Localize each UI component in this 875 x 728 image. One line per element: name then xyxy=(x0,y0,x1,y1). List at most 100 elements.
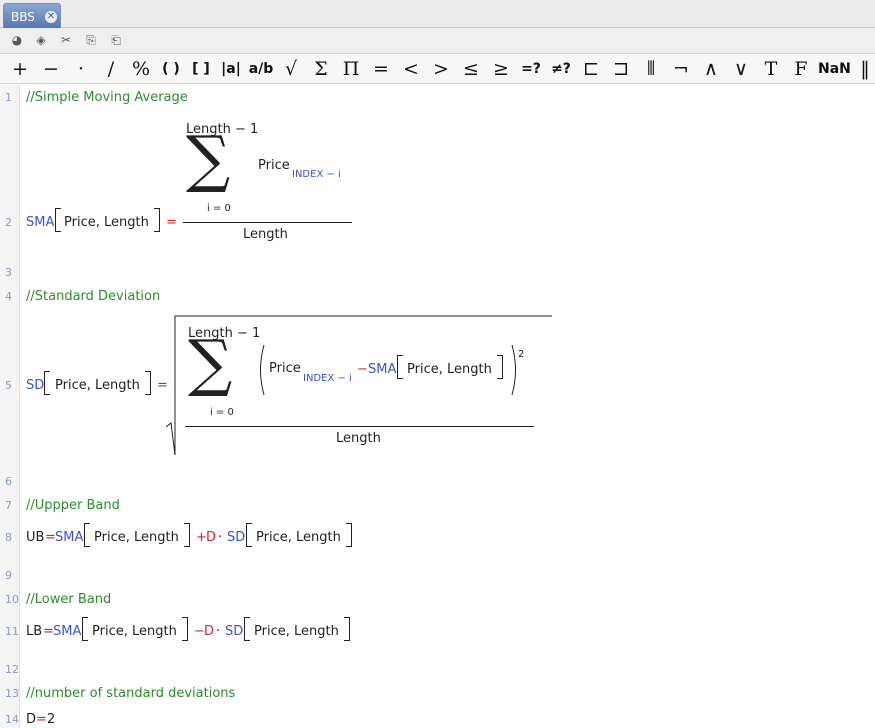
symbol-button-0[interactable]: + xyxy=(7,57,33,81)
symbol-button-28[interactable]: ‖ xyxy=(852,57,875,81)
symbol-button-20[interactable]: ⊐ xyxy=(608,57,634,81)
copy-icon[interactable]: ⎘ xyxy=(83,32,99,48)
denominator: Length xyxy=(243,227,288,242)
line-number: 14 xyxy=(5,713,19,726)
symbol-button-7[interactable]: |a| xyxy=(218,57,244,81)
symbol-button-12[interactable]: = xyxy=(368,57,394,81)
right-bracket xyxy=(346,523,352,547)
lb-name: LB xyxy=(26,624,43,639)
symbol-toolbar: + − · /%( )[ ] |a| a/b √ Σ Π = < > ≤ ≥ =? ≠? ⊏ ⊐ ⦀ ¬ ∧ ∨ T F NaN… xyxy=(0,54,875,84)
sum-lower: i = 0 xyxy=(207,203,231,214)
sd-args: Price, Length xyxy=(55,378,140,393)
price-subscript: INDEX − i xyxy=(292,169,341,180)
dot: · xyxy=(218,530,223,545)
right-bracket xyxy=(184,523,190,547)
symbol-button-16[interactable]: ≥ xyxy=(488,57,514,81)
symbol-button-14[interactable]: > xyxy=(428,57,454,81)
left-bracket xyxy=(397,355,403,379)
symbol-button-6[interactable]: [ ] xyxy=(188,57,214,81)
sd-args: Price, Length xyxy=(256,530,341,545)
sma-name: SMA xyxy=(53,624,82,639)
d-var: D xyxy=(206,530,217,545)
symbol-button-5[interactable]: ( ) xyxy=(158,57,184,81)
d-var: D xyxy=(204,624,215,639)
paste-icon[interactable]: ⎗ xyxy=(108,32,124,48)
symbol-button-11[interactable]: Π xyxy=(338,57,364,81)
line-number: 6 xyxy=(5,475,12,488)
price: Price xyxy=(269,361,301,376)
line-number: 12 xyxy=(5,663,19,676)
symbol-button-10[interactable]: Σ xyxy=(308,57,334,81)
equals: = xyxy=(36,712,47,727)
symbol-button-22[interactable]: ¬ xyxy=(668,57,694,81)
symbol-button-21[interactable]: ⦀ xyxy=(638,57,664,81)
sma-args: Price, Length xyxy=(64,215,149,230)
sma-args: Price, Length xyxy=(92,624,177,639)
sd-args: Price, Length xyxy=(254,624,339,639)
d-value: 2 xyxy=(47,712,56,727)
sma-name: SMA xyxy=(55,530,84,545)
right-bracket xyxy=(145,371,151,395)
symbol-button-19[interactable]: ⊏ xyxy=(578,57,604,81)
sma-name: SMA xyxy=(368,362,397,377)
sma-name: SMA xyxy=(26,215,55,230)
symbol-button-15[interactable]: ≤ xyxy=(458,57,484,81)
open-icon[interactable]: ◕ xyxy=(9,32,25,48)
symbol-button-18[interactable]: ≠? xyxy=(548,57,574,81)
symbol-button-4[interactable]: % xyxy=(128,57,154,81)
right-bracket xyxy=(182,617,188,641)
symbol-button-3[interactable]: / xyxy=(98,57,124,81)
line-number: 9 xyxy=(5,569,12,582)
comment-lb: //Lower Band xyxy=(26,592,112,607)
denominator: Length xyxy=(336,431,381,446)
symbol-button-26[interactable]: F xyxy=(788,57,814,81)
dot: · xyxy=(216,624,221,639)
symbol-button-13[interactable]: < xyxy=(398,57,424,81)
left-bracket xyxy=(44,371,50,395)
comment-sd: //Standard Deviation xyxy=(26,289,161,304)
d-assign-var: D xyxy=(26,712,37,727)
line-number: 2 xyxy=(5,216,12,229)
symbol-button-2[interactable]: · xyxy=(68,57,94,81)
left-bracket xyxy=(246,523,252,547)
line-number: 7 xyxy=(5,499,12,512)
symbol-button-25[interactable]: T xyxy=(758,57,784,81)
sd-name: SD xyxy=(26,378,45,393)
comment-ub: //Uppper Band xyxy=(26,498,120,513)
left-bracket xyxy=(84,523,90,547)
symbol-button-17[interactable]: =? xyxy=(518,57,544,81)
formula-editor[interactable]: 1 2 3 4 5 6 7 8 9 10 11 12 13 14 //Simple Moving Aver… xyxy=(0,85,875,728)
tab-title: BBS xyxy=(11,10,35,24)
symbol-button-8[interactable]: a/b xyxy=(248,57,274,81)
sma-args: Price, Length xyxy=(94,530,179,545)
left-bracket xyxy=(82,617,88,641)
symbol-button-1[interactable]: − xyxy=(38,57,64,81)
right-bracket xyxy=(497,355,503,379)
symbol-button-23[interactable]: ∧ xyxy=(698,57,724,81)
line-number: 3 xyxy=(5,266,12,279)
right-bracket xyxy=(344,617,350,641)
minus: − xyxy=(357,362,368,377)
left-bracket xyxy=(55,208,61,232)
tab-bbs[interactable]: BBS ✕ xyxy=(3,3,61,28)
line-number: 8 xyxy=(5,531,12,544)
symbol-button-9[interactable]: √ xyxy=(278,57,304,81)
symbol-button-24[interactable]: ∨ xyxy=(728,57,754,81)
cut-icon[interactable]: ✂ xyxy=(58,32,74,48)
price: Price xyxy=(258,158,290,173)
sum-sign: ∑ xyxy=(188,326,233,399)
ub-name: UB xyxy=(26,530,45,545)
comment-d: //number of standard deviations xyxy=(26,686,236,701)
close-icon[interactable]: ✕ xyxy=(45,11,57,23)
sma-args: Price, Length xyxy=(407,362,492,377)
save-icon[interactable]: ◈ xyxy=(33,32,49,48)
line-number: 5 xyxy=(5,379,12,392)
comment-sma: //Simple Moving Average xyxy=(26,90,188,105)
symbol-button-27[interactable]: NaN xyxy=(818,57,851,81)
fraction-line xyxy=(183,222,352,223)
sd-name: SD xyxy=(227,530,246,545)
line-number: 10 xyxy=(5,593,19,606)
exponent: 2 xyxy=(518,349,525,360)
line-number: 13 xyxy=(5,687,19,700)
line-number: 11 xyxy=(5,625,19,638)
